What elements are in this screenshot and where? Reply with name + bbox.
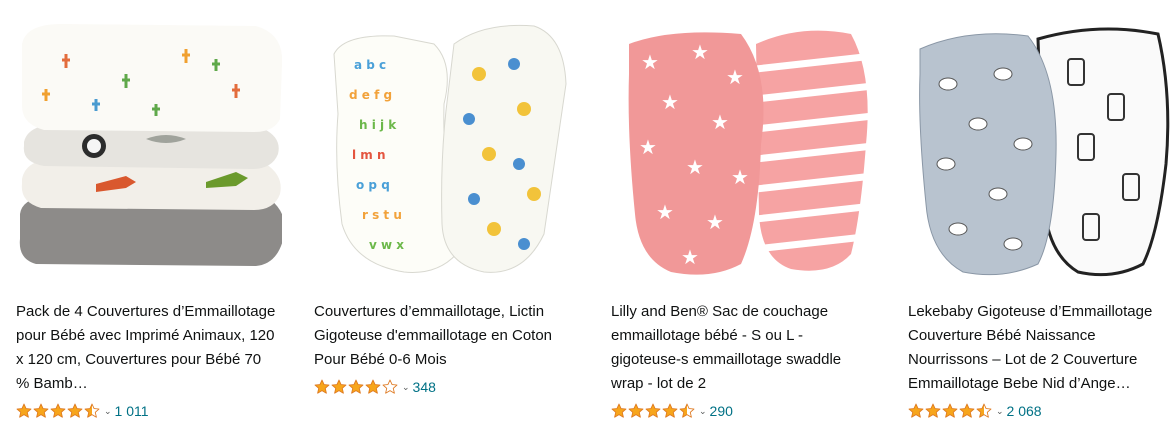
review-count-link[interactable]: 1 011: [115, 403, 149, 419]
star-icon: [314, 379, 330, 394]
svg-text:a b c: a b c: [354, 58, 386, 72]
svg-text:l m n: l m n: [352, 148, 386, 162]
star-icon: [679, 403, 695, 418]
chevron-down-icon[interactable]: ⌄: [996, 406, 1004, 416]
star-icon: [908, 403, 924, 418]
product-image[interactable]: [908, 14, 1174, 284]
star-icon: [645, 403, 661, 418]
chevron-down-icon[interactable]: ⌄: [699, 406, 707, 416]
rating-row[interactable]: ⌄ 348: [314, 377, 436, 397]
svg-text:v w x: v w x: [369, 238, 404, 252]
star-icon: [925, 403, 941, 418]
star-icon: [959, 403, 975, 418]
product-image[interactable]: ★ ★★ ★★★ ★ ★★ ★★: [611, 14, 877, 284]
star-icon: [67, 403, 83, 418]
review-count-link[interactable]: 348: [413, 379, 436, 395]
star-rating[interactable]: [314, 379, 399, 395]
product-card[interactable]: Pack de 4 Couvertures d’Emmaillotage pou…: [16, 0, 282, 431]
svg-text:★: ★: [656, 200, 674, 224]
star-icon: [50, 403, 66, 418]
svg-text:h i j k: h i j k: [359, 118, 397, 132]
star-icon: [942, 403, 958, 418]
star-icon: [16, 403, 32, 418]
star-rating[interactable]: [16, 403, 101, 419]
product-image[interactable]: [16, 14, 282, 284]
svg-text:★: ★: [639, 135, 657, 159]
product-card[interactable]: ★ ★ ★ ★ ★ ★ ★ ★ ★ ★ ★ Lilly and Ben® Sac de cou…: [611, 0, 877, 431]
chevron-down-icon[interactable]: ⌄: [402, 382, 410, 392]
product-title[interactable]: Lilly and Ben® Sac de couchage emmaillot…: [611, 300, 873, 396]
product-card[interactable]: a b c d e f g h i j k l m n o p q r s t …: [314, 0, 580, 431]
rating-row[interactable]: ⌄ 290: [611, 401, 733, 421]
review-count-link[interactable]: 290: [710, 403, 733, 419]
star-icon: [611, 403, 627, 418]
chevron-down-icon[interactable]: ⌄: [104, 406, 112, 416]
star-icon: [365, 379, 381, 394]
star-icon: [33, 403, 49, 418]
star-rating[interactable]: [611, 403, 696, 419]
svg-text:★: ★: [681, 245, 699, 269]
svg-text:r s t u: r s t u: [362, 208, 402, 222]
star-icon: [348, 379, 364, 394]
svg-text:★: ★: [691, 40, 709, 64]
star-icon: [382, 379, 398, 394]
star-icon: [976, 403, 992, 418]
star-icon: [628, 403, 644, 418]
star-icon: [84, 403, 100, 418]
svg-text:d e f g: d e f g: [349, 88, 392, 102]
product-image[interactable]: a b c d e f g h i j k l m n o p q r s t …: [314, 14, 580, 284]
rating-row[interactable]: ⌄ 1 011: [16, 401, 149, 421]
rating-row[interactable]: ⌄ 2 068: [908, 401, 1042, 421]
star-icon: [331, 379, 347, 394]
review-count-link[interactable]: 2 068: [1007, 403, 1042, 419]
product-title[interactable]: Lekebaby Gigoteuse d’Emmaillotage Couver…: [908, 300, 1176, 396]
product-card[interactable]: Lekebaby Gigoteuse d’Emmaillotage Couver…: [908, 0, 1174, 431]
svg-text:★: ★: [731, 165, 749, 189]
svg-text:★: ★: [711, 110, 729, 134]
svg-text:★: ★: [661, 90, 679, 114]
svg-text:★: ★: [641, 50, 659, 74]
product-title[interactable]: Pack de 4 Couvertures d’Emmaillotage pou…: [16, 300, 278, 396]
star-rating[interactable]: [908, 403, 993, 419]
svg-text:o p q: o p q: [356, 178, 390, 192]
product-title[interactable]: Couvertures d’emmaillotage, Lictin Gigot…: [314, 300, 576, 372]
svg-text:★: ★: [686, 155, 704, 179]
svg-text:★: ★: [706, 210, 724, 234]
star-icon: [662, 403, 678, 418]
svg-text:★: ★: [726, 65, 744, 89]
